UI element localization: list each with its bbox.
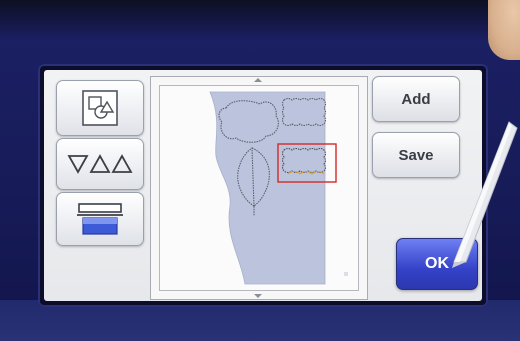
shape-tool-button[interactable] [56, 138, 144, 190]
scroll-down-arrow-icon[interactable] [254, 294, 262, 298]
scan-tool-button[interactable] [56, 192, 144, 246]
layout-tool-button[interactable] [56, 80, 144, 136]
triangles-icon [67, 152, 133, 176]
mat-preview-panel [150, 76, 368, 300]
scanned-material [209, 91, 326, 285]
mat-preview-canvas[interactable] [159, 85, 359, 291]
ok-button[interactable]: OK [396, 238, 478, 290]
user-hand [488, 0, 520, 60]
add-button[interactable]: Add [372, 76, 460, 122]
scanner-icon [75, 201, 125, 237]
device-top-edge [0, 0, 520, 40]
save-button[interactable]: Save [372, 132, 460, 178]
shapes-arrange-icon [80, 88, 120, 128]
touch-screen: Add Save OK [44, 70, 482, 301]
scroll-up-arrow-icon[interactable] [254, 78, 262, 82]
